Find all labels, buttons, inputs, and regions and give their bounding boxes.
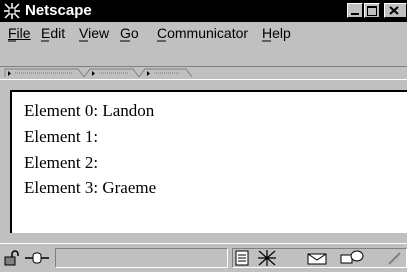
menu-underlines <box>8 40 271 42</box>
mail-icon[interactable] <box>306 250 328 266</box>
lock-icon[interactable] <box>3 250 21 266</box>
connection-icon <box>25 252 49 264</box>
title-bar: Netscape <box>0 0 407 22</box>
element-line-1: Element 1: <box>24 127 99 146</box>
collapsed-toolbars <box>0 66 407 80</box>
window-title: Netscape <box>25 2 92 19</box>
page-content: Element 0: Landon Element 1: Element 2: … <box>10 90 407 233</box>
close-button[interactable] <box>384 3 407 18</box>
netscape-window: Netscape File Edit View Go Communicator … <box>0 0 407 272</box>
minimize-button[interactable] <box>347 3 363 18</box>
toolbar-tabs <box>4 68 193 78</box>
element-line-2: Element 2: <box>24 153 99 172</box>
maximize-button[interactable] <box>364 3 380 18</box>
maximize-icon <box>367 6 377 16</box>
netscape-icon <box>4 3 20 19</box>
element-line-3: Element 3: Graeme <box>24 178 157 197</box>
navigator-icon[interactable] <box>257 249 277 267</box>
component-icon[interactable] <box>234 250 252 266</box>
element-line-0: Element 0: Landon <box>24 101 155 120</box>
status-bar <box>0 243 407 272</box>
close-icon <box>389 6 399 15</box>
composer-icon[interactable] <box>386 250 404 266</box>
discussion-icon[interactable] <box>340 250 364 266</box>
progress-field <box>55 248 228 268</box>
minimize-icon <box>351 13 359 15</box>
